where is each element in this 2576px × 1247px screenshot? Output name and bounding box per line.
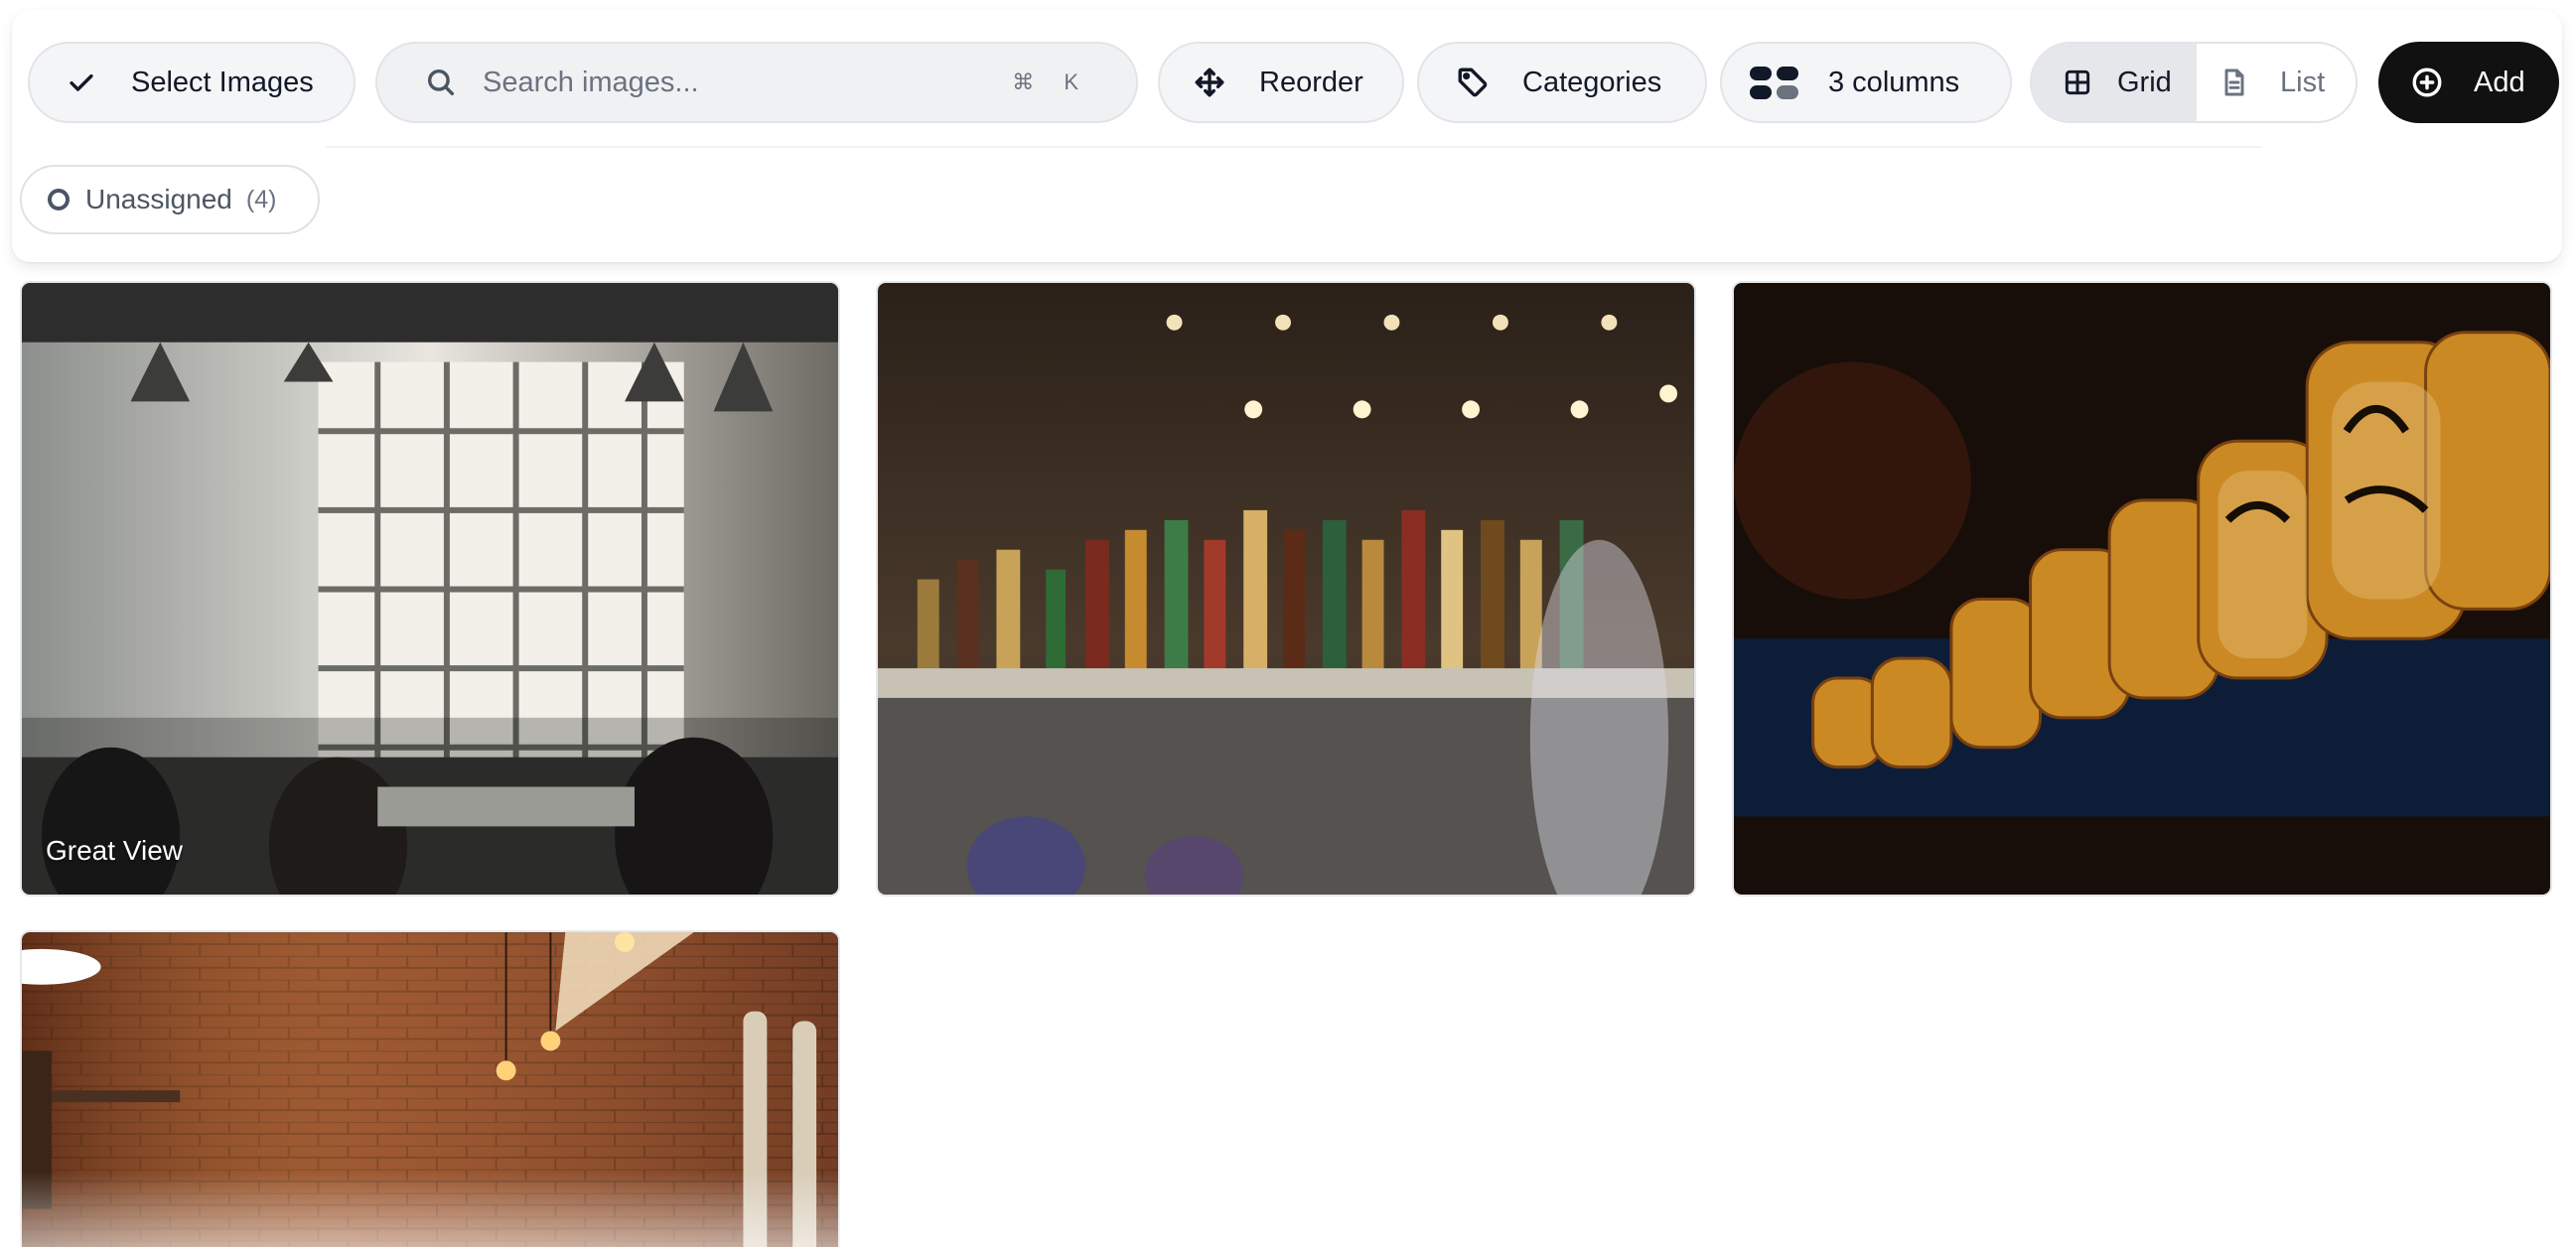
search-icon — [421, 63, 461, 102]
image-caption: Great View — [46, 835, 183, 866]
select-images-label: Select Images — [131, 66, 314, 98]
gallery-image-card[interactable] — [20, 930, 840, 1247]
columns-label: 3 columns — [1828, 66, 1960, 98]
lanterns-image — [1734, 283, 2550, 895]
search-shortcut-hint: ⌘ K — [1012, 69, 1090, 94]
move-icon — [1190, 63, 1229, 102]
tag-icon — [1453, 63, 1493, 102]
view-list-label: List — [2280, 66, 2326, 98]
columns-icon — [1750, 66, 1798, 99]
columns-button[interactable]: 3 columns — [1720, 42, 2012, 123]
reorder-label: Reorder — [1259, 66, 1363, 98]
cafe-interior-image — [22, 283, 838, 895]
view-grid-label: Grid — [2117, 66, 2172, 98]
search-input[interactable]: Search images... — [483, 67, 1012, 99]
search-field[interactable]: Search images... ⌘ K — [375, 42, 1138, 123]
category-chip-unassigned[interactable]: Unassigned (4) — [20, 165, 320, 234]
reorder-button[interactable]: Reorder — [1158, 42, 1404, 123]
gallery-image-card[interactable] — [1732, 281, 2552, 897]
categories-label: Categories — [1522, 66, 1662, 98]
select-images-button[interactable]: Select Images — [28, 42, 356, 123]
categories-button[interactable]: Categories — [1417, 42, 1707, 123]
toolbar-panel: Select Images Search images... ⌘ K Reord… — [12, 10, 2562, 262]
gallery-image-card[interactable]: Great View — [20, 281, 840, 897]
plus-circle-icon — [2412, 68, 2442, 97]
category-chip-label: Unassigned — [85, 184, 232, 214]
add-button[interactable]: Add — [2378, 42, 2559, 123]
bar-bottles-image — [878, 283, 1694, 895]
toolbar-divider — [326, 146, 2262, 148]
grid-icon — [2065, 69, 2090, 95]
toolbar: Select Images Search images... ⌘ K Reord… — [12, 10, 2562, 149]
category-chip-count: (4) — [245, 185, 277, 213]
gallery-image-card[interactable] — [876, 281, 1696, 897]
view-toggle: Grid List — [2030, 42, 2358, 123]
brick-wall-image — [22, 932, 838, 1247]
document-icon — [2224, 69, 2244, 96]
check-icon — [62, 63, 101, 102]
circle-icon — [48, 189, 70, 210]
view-list-option[interactable]: List — [2197, 44, 2356, 121]
view-grid-option[interactable]: Grid — [2032, 44, 2197, 121]
add-label: Add — [2474, 66, 2525, 98]
